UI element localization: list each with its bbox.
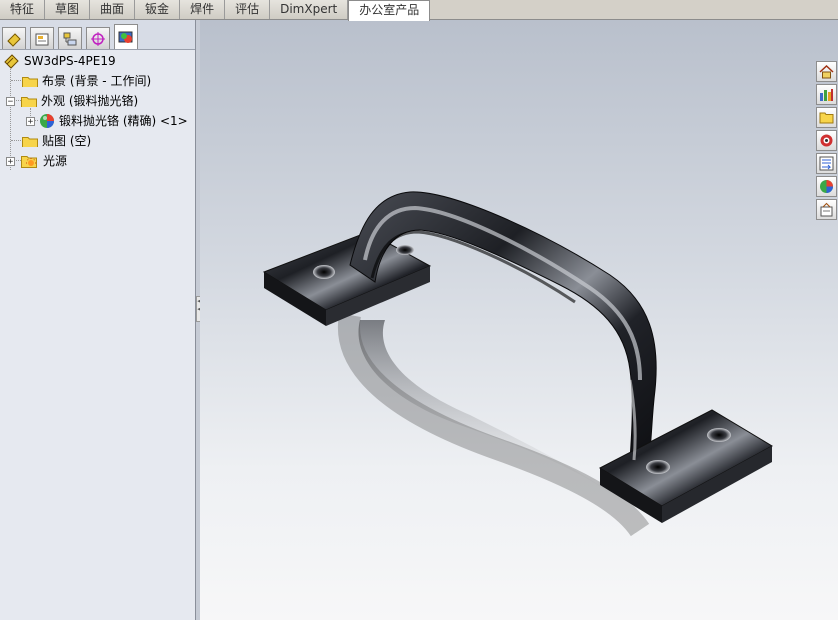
display-manager-tab[interactable]	[114, 24, 138, 49]
task-view-palette-button[interactable]	[816, 130, 837, 151]
configuration-manager-icon	[63, 32, 77, 45]
manager-pane-tabs	[0, 20, 195, 50]
folder-icon	[21, 97, 37, 107]
tab-sketch[interactable]: 草图	[45, 0, 91, 19]
task-pane-tabs	[816, 61, 838, 222]
lights-folder-icon	[21, 156, 37, 168]
home-icon	[819, 64, 834, 79]
task-design-library-button[interactable]	[816, 84, 837, 105]
handle-3d-model	[262, 191, 774, 537]
file-explorer-icon	[819, 112, 834, 124]
manager-pane: SW3dPS-4PE19 布景 (背景 - 工作间) − 外观 (锻料抛光铬) …	[0, 20, 196, 620]
feature-manager-tab[interactable]	[2, 27, 26, 49]
expand-toggle[interactable]: +	[6, 156, 15, 166]
task-file-explorer-button[interactable]	[816, 107, 837, 128]
tree-item-label: 贴图 (空)	[42, 134, 92, 148]
tree-item-decals[interactable]: 贴图 (空)	[22, 132, 91, 150]
tab-features[interactable]: 特征	[0, 0, 46, 19]
view-palette-icon	[820, 134, 833, 147]
tree-root[interactable]: SW3dPS-4PE19	[4, 52, 116, 70]
design-library-icon	[820, 89, 833, 101]
task-custom-properties-button[interactable]	[816, 153, 837, 174]
custom-properties-icon	[819, 156, 834, 171]
tree-item-lights[interactable]: + 光源	[6, 152, 67, 170]
tree-item-appearance[interactable]: − 外观 (锻料抛光铬)	[6, 92, 138, 110]
property-manager-tab[interactable]	[30, 27, 54, 49]
tab-dimxpert[interactable]: DimXpert	[270, 0, 349, 19]
tab-weldments[interactable]: 焊件	[180, 0, 226, 19]
dimxpert-manager-tab[interactable]	[86, 27, 110, 49]
appearances-icon	[820, 180, 833, 193]
left-screw-hole	[313, 265, 335, 279]
task-document-recovery-button[interactable]	[816, 199, 837, 220]
tab-evaluate[interactable]: 评估	[225, 0, 271, 19]
tab-surfaces[interactable]: 曲面	[90, 0, 136, 19]
tree-item-material[interactable]: + 锻料抛光铬 (精确) <1>	[26, 112, 188, 130]
tree-item-label: 锻料抛光铬 (精确) <1>	[59, 114, 188, 128]
folder-icon	[22, 77, 38, 87]
display-tree: SW3dPS-4PE19 布景 (背景 - 工作间) − 外观 (锻料抛光铬) …	[0, 50, 195, 170]
configuration-manager-tab[interactable]	[58, 27, 82, 49]
display-manager-icon	[118, 31, 133, 43]
task-appearances-button[interactable]	[816, 176, 837, 197]
right-screw-hole-bottom	[646, 460, 670, 474]
folder-icon	[22, 137, 38, 147]
tree-item-scene[interactable]: 布景 (背景 - 工作间)	[22, 72, 151, 90]
graphics-viewport[interactable]	[200, 20, 838, 620]
tab-sheet-metal[interactable]: 钣金	[135, 0, 181, 19]
property-manager-icon	[35, 33, 49, 45]
tree-root-label: SW3dPS-4PE19	[24, 54, 116, 68]
collapse-toggle[interactable]: −	[6, 96, 15, 106]
appearance-ball-icon	[40, 114, 54, 128]
tree-item-label: 布景 (背景 - 工作间)	[42, 74, 152, 88]
command-manager-tabs: 特征 草图 曲面 钣金 焊件 评估 DimXpert 办公室产品	[0, 0, 838, 21]
task-home-button[interactable]	[816, 61, 837, 82]
document-recovery-icon	[820, 202, 833, 217]
expand-toggle[interactable]: +	[26, 116, 35, 126]
feature-manager-icon	[7, 32, 21, 47]
tree-item-label: 光源	[43, 154, 68, 168]
dimxpert-manager-icon	[91, 31, 105, 46]
tree-item-label: 外观 (锻料抛光铬)	[41, 94, 139, 108]
right-screw-hole-top	[707, 428, 731, 442]
part-icon	[4, 54, 19, 69]
tab-office-products[interactable]: 办公室产品	[348, 0, 431, 21]
